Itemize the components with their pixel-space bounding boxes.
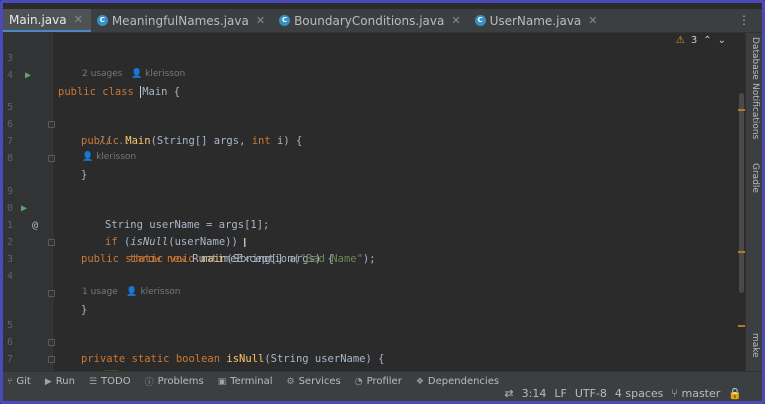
fold-icon[interactable] <box>48 290 55 297</box>
code-line: 0 String userName = args[1]; <box>3 183 736 231</box>
java-class-icon: C <box>474 15 486 26</box>
java-class-icon: C <box>96 15 108 26</box>
tab-label: BoundaryConditions.java <box>294 13 445 28</box>
person-icon: 👤 <box>126 287 138 297</box>
status-bar: ⇄ 3:14 LF UTF-8 4 spaces ⑂ master 🔒 <box>3 387 762 401</box>
tool-label: Git <box>16 376 31 387</box>
code-line: 9 ▶ @ public static void main(String[] a… <box>3 166 736 265</box>
person-icon: 👤 <box>82 152 94 162</box>
tab-username-java[interactable]: C UserName.java ✕ <box>469 9 606 32</box>
tab-main-java[interactable]: Main.java ✕ <box>3 9 91 32</box>
dependencies-icon: ❖ <box>415 376 424 387</box>
tool-label: Dependencies <box>427 376 500 387</box>
tool-label: TODO <box>101 376 131 387</box>
tab-list-menu-icon[interactable]: ⋮ <box>738 13 750 27</box>
close-icon[interactable]: ✕ <box>74 13 83 26</box>
todo-tool-button[interactable]: ☰ TODO <box>89 376 131 387</box>
usages-count: 1 usage <box>82 287 118 297</box>
code-line: 5 public Main(String[] args, int i) { <box>3 82 736 147</box>
profiler-icon: ◔ <box>354 376 363 387</box>
git-tool-button[interactable]: ⑂ Git <box>7 376 31 387</box>
author-name: klerisson <box>145 69 186 79</box>
editor-scrollbar[interactable] <box>738 33 746 371</box>
editor-tab-bar: Main.java ✕ C MeaningfulNames.java ✕ C B… <box>3 9 762 33</box>
tool-label: Services <box>298 376 341 387</box>
line-number: 8 <box>7 153 14 164</box>
tab-label: UserName.java <box>489 13 582 28</box>
terminal-tool-button[interactable]: ▣ Terminal <box>218 376 273 387</box>
problems-icon: ⓘ <box>144 378 154 388</box>
close-icon[interactable]: ✕ <box>588 14 597 27</box>
file-encoding[interactable]: UTF-8 <box>575 387 607 400</box>
terminal-icon: ▣ <box>217 376 227 387</box>
dependencies-tool-button[interactable]: ❖ Dependencies <box>416 376 499 387</box>
code-line: 4 <box>3 50 736 81</box>
code-line: 7 } <box>3 116 736 181</box>
git-branch-icon: ⑂ <box>7 376 13 387</box>
code-line: 3 <box>3 234 736 265</box>
database-tool-button[interactable]: Database <box>750 37 760 80</box>
tool-label: Profiler <box>366 376 402 387</box>
caret-position[interactable]: 3:14 <box>522 387 547 400</box>
profiler-tool-button[interactable]: ◔ Profiler <box>355 376 402 387</box>
lock-icon[interactable]: 🔒 <box>728 387 742 400</box>
author-name: klerisson <box>140 287 181 297</box>
tool-label: Terminal <box>230 376 273 387</box>
fold-icon[interactable] <box>48 155 55 162</box>
code-line: 3 ▶ public class Main { <box>3 33 736 98</box>
git-branch-icon: ⑂ <box>671 387 678 400</box>
notifications-tool-button[interactable]: Notifications <box>750 83 760 139</box>
tab-boundaryconditions-java[interactable]: C BoundaryConditions.java ✕ <box>273 9 468 32</box>
scrollbar-thumb[interactable] <box>739 93 744 293</box>
mouse-ibeam-icon: I <box>243 236 247 250</box>
code-line: 1 if (isNull(userName)) <box>3 200 736 248</box>
tool-label: Run <box>55 376 75 387</box>
tab-meaningfulnames-java[interactable]: C MeaningfulNames.java ✕ <box>91 9 273 32</box>
code-line: 8 <box>3 133 736 164</box>
line-number: 4 <box>7 271 14 282</box>
java-class-icon: C <box>279 15 291 26</box>
list-icon: ☰ <box>88 376 98 387</box>
close-icon[interactable]: ✕ <box>451 14 460 27</box>
usages-count: 2 usages <box>82 69 123 79</box>
code-line: 6 // ... <box>3 99 736 147</box>
branch-name: master <box>681 387 721 400</box>
gradle-tool-button[interactable]: Gradle <box>750 163 760 193</box>
usages-hint[interactable]: 1 usage 👤 klerisson <box>82 287 180 297</box>
person-icon: 👤 <box>131 69 143 79</box>
author-name: klerisson <box>96 152 137 162</box>
author-hint[interactable]: 👤 klerisson <box>82 152 136 162</box>
services-icon: ⚙ <box>286 376 295 387</box>
tab-label: Main.java <box>9 12 67 27</box>
usages-hint[interactable]: 2 usages 👤 klerisson <box>82 69 185 79</box>
tool-label: Problems <box>157 376 204 387</box>
run-tool-button[interactable]: ▶ Run <box>45 376 75 387</box>
git-status-icon[interactable]: ⇄ <box>504 387 513 400</box>
code-editor[interactable]: ⚠ 3 ⌃ ⌄ 3 ▶ public class Main { 4 2 usag… <box>3 33 736 397</box>
indent-setting[interactable]: 4 spaces <box>615 387 664 400</box>
problems-tool-button[interactable]: ⓘ Problems <box>145 375 204 388</box>
line-separator[interactable]: LF <box>554 387 566 400</box>
git-branch-widget[interactable]: ⑂ master <box>671 387 720 400</box>
code-line: 4 } <box>3 251 736 316</box>
make-tool-button[interactable]: make <box>750 333 760 358</box>
ide-window: Main.java ✕ C MeaningfulNames.java ✕ C B… <box>0 0 765 404</box>
right-tool-strip: Database Notifications Gradle make <box>745 33 762 371</box>
services-tool-button[interactable]: ⚙ Services <box>287 376 341 387</box>
code-line: 2 throw new RuntimeException("Bad Name")… <box>3 217 736 265</box>
code-line: 8 } <box>3 351 736 397</box>
code-line: 5 private static boolean isNull(String u… <box>3 300 736 365</box>
code-line: 7 return true; <box>3 334 736 382</box>
code-line: 6 if (userName == null) { <box>3 317 736 382</box>
tab-label: MeaningfulNames.java <box>111 13 249 28</box>
close-icon[interactable]: ✕ <box>256 14 265 27</box>
run-icon: ▶ <box>44 376 52 387</box>
